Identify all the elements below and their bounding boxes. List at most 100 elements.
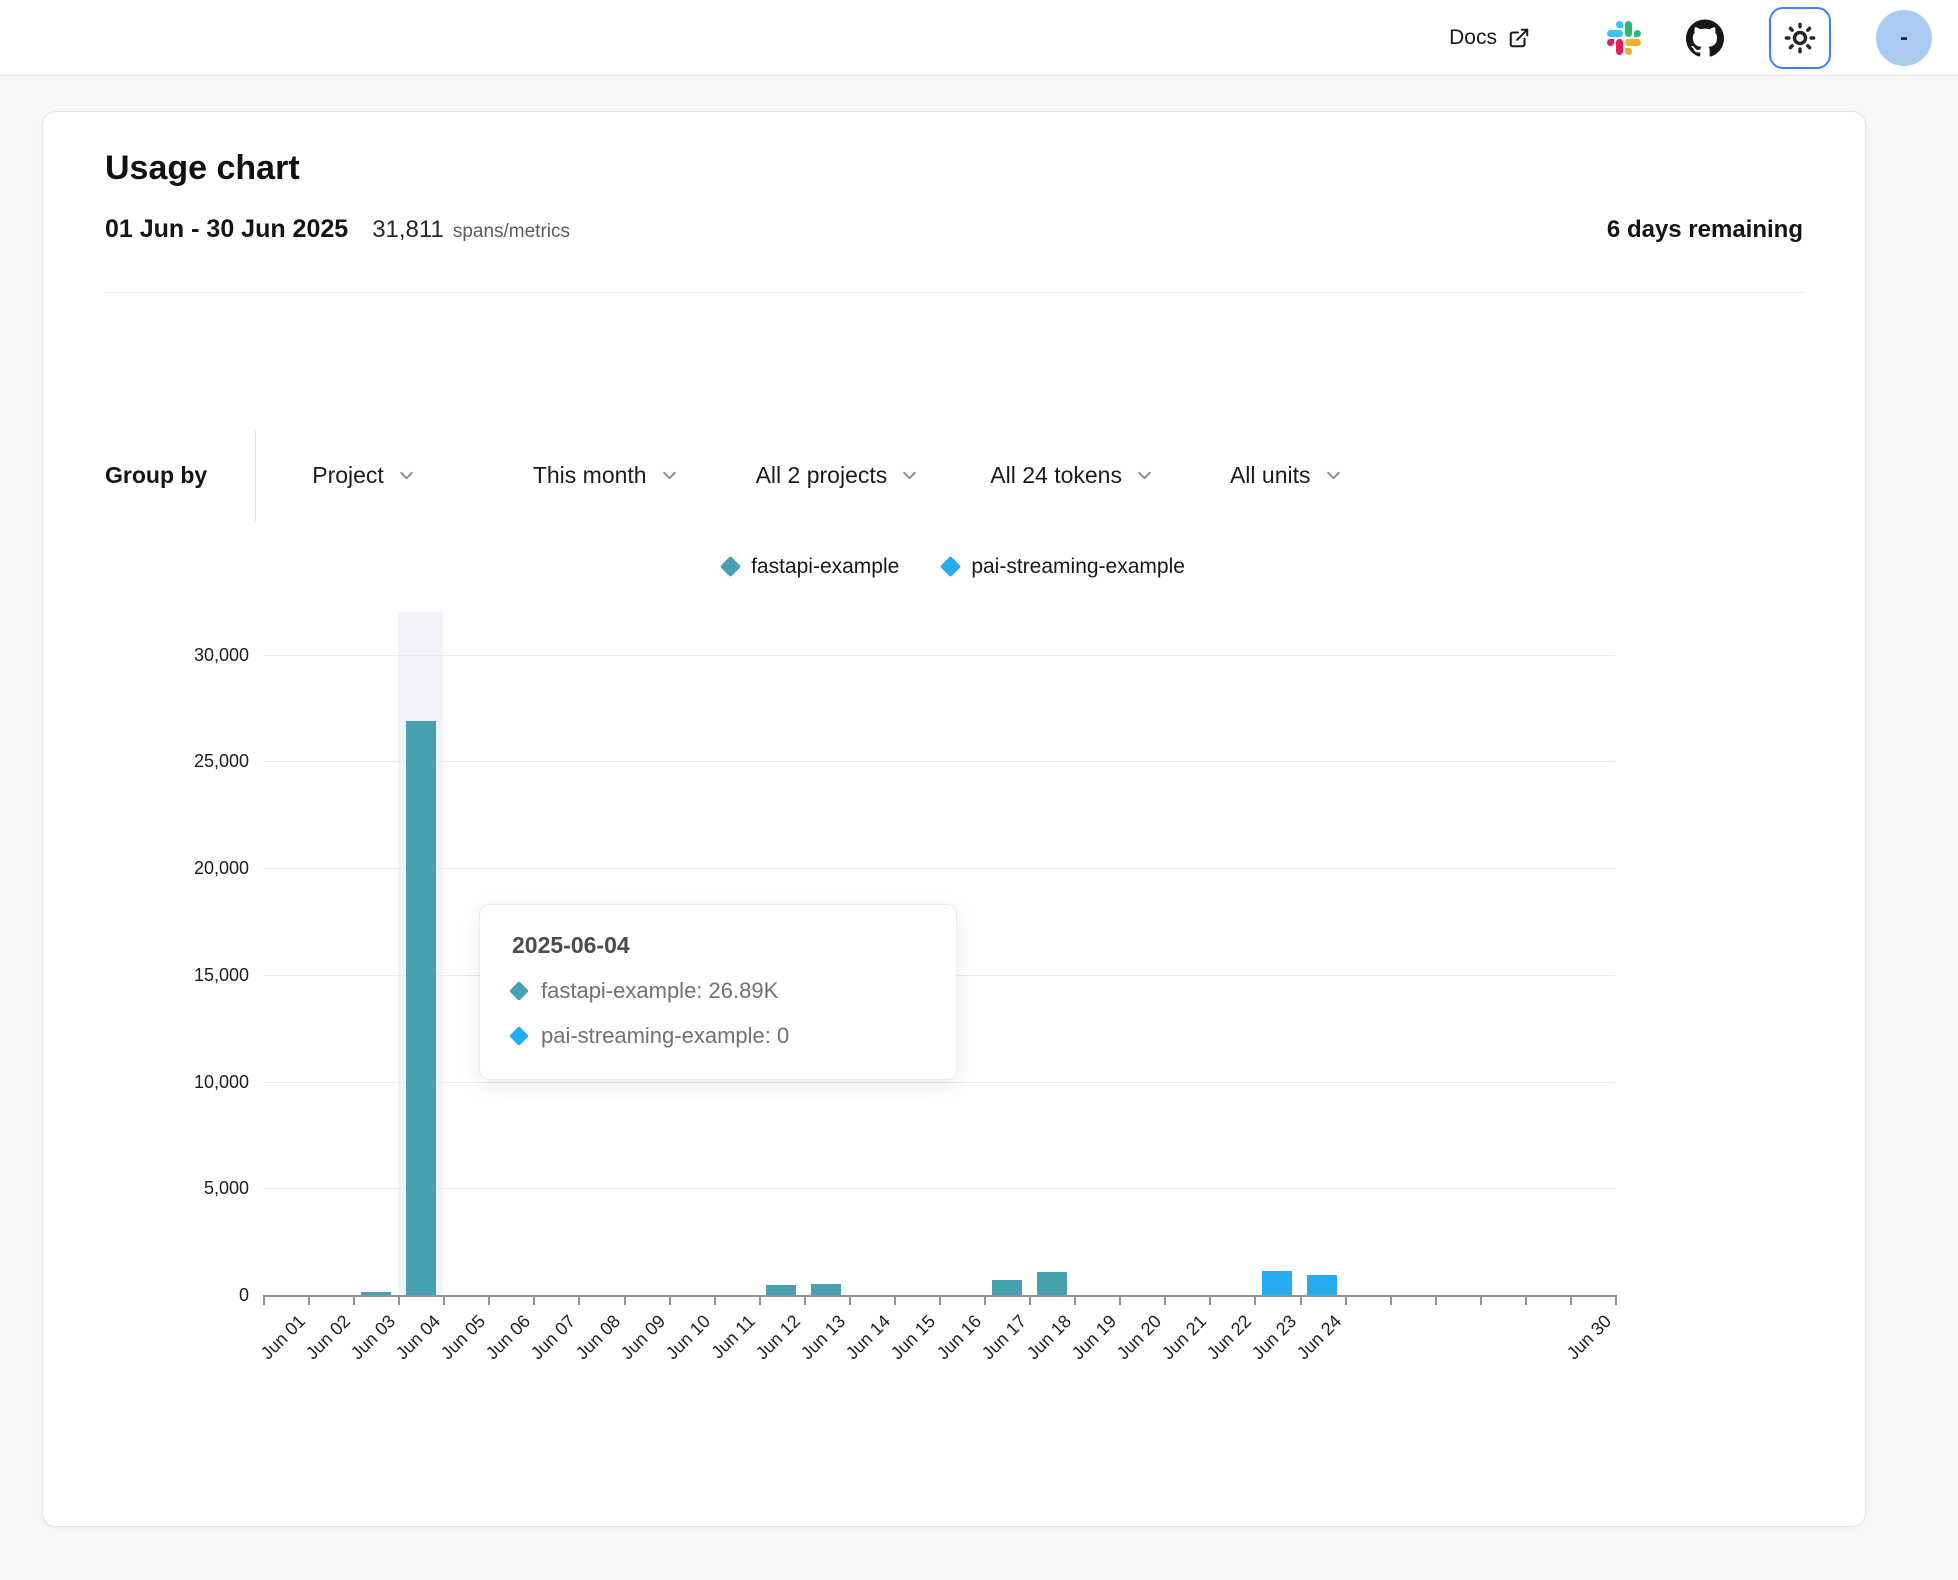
bar-fastapi-example-jun-17[interactable]: [992, 1280, 1022, 1295]
tooltip-diamond-icon: [509, 981, 529, 1001]
tooltip-item-fastapi-example: fastapi-example: 26.89K: [512, 978, 924, 1004]
top-bar: Docs: [0, 0, 1958, 76]
tooltip-item-text: fastapi-example: 26.89K: [541, 978, 778, 1004]
x-axis-tick: [1525, 1297, 1527, 1305]
filter-all-units[interactable]: All units: [1230, 462, 1342, 489]
x-axis-tick: [443, 1297, 445, 1305]
x-axis-tick: [398, 1297, 400, 1305]
x-axis-tick: [1209, 1297, 1211, 1305]
x-axis-label: Jun 01: [256, 1311, 308, 1363]
x-axis-tick: [1570, 1297, 1572, 1305]
x-axis-tick: [939, 1297, 941, 1305]
x-axis-label: Jun 22: [1203, 1311, 1255, 1363]
x-axis-label: Jun 06: [482, 1311, 534, 1363]
x-axis-tick: [1345, 1297, 1347, 1305]
x-axis-label: Jun 15: [887, 1311, 939, 1363]
usage-card: Usage chart 01 Jun - 30 Jun 2025 31,811 …: [42, 111, 1866, 1527]
bar-pai-streaming-example-jun-24[interactable]: [1307, 1275, 1337, 1295]
x-axis-tick: [669, 1297, 671, 1305]
chevron-down-icon: [661, 467, 678, 484]
tooltip-item-pai-streaming-example: pai-streaming-example: 0: [512, 1023, 924, 1049]
x-axis-label: Jun 30: [1563, 1311, 1615, 1363]
bar-fastapi-example-jun-13[interactable]: [811, 1284, 841, 1295]
x-axis-tick: [1300, 1297, 1302, 1305]
gridline: [263, 761, 1615, 762]
legend-item-fastapi-example[interactable]: fastapi-example: [723, 555, 899, 579]
docs-label: Docs: [1449, 26, 1497, 50]
gridline: [263, 1082, 1615, 1083]
filter-label: All 2 projects: [756, 462, 888, 489]
bar-fastapi-example-jun-04[interactable]: [406, 721, 436, 1295]
x-axis-label: Jun 05: [437, 1311, 489, 1363]
legend-label: pai-streaming-example: [971, 555, 1185, 579]
x-axis-tick: [759, 1297, 761, 1305]
filter-label: Project: [312, 462, 384, 489]
filter-label: All units: [1230, 462, 1311, 489]
x-axis-label: Jun 17: [977, 1311, 1029, 1363]
usage-bar-chart[interactable]: 05,00010,00015,00020,00025,00030,000Jun …: [43, 112, 1865, 1526]
legend-diamond-icon: [940, 556, 961, 577]
slack-icon[interactable]: [1607, 21, 1641, 55]
days-remaining: 6 days remaining: [1607, 216, 1803, 244]
gridline: [263, 655, 1615, 656]
github-icon[interactable]: [1686, 19, 1724, 57]
x-axis-label: Jun 07: [527, 1311, 579, 1363]
x-axis-tick: [1615, 1297, 1617, 1305]
x-axis-tick: [804, 1297, 806, 1305]
x-axis-label: Jun 16: [932, 1311, 984, 1363]
x-axis-line: [263, 1295, 1617, 1297]
x-axis-label: Jun 08: [572, 1311, 624, 1363]
filter-this-month[interactable]: This month: [533, 462, 678, 489]
x-axis-label: Jun 14: [842, 1311, 894, 1363]
external-link-icon: [1508, 27, 1530, 49]
chart-tooltip: 2025-06-04 fastapi-example: 26.89K pai-st…: [479, 904, 957, 1080]
x-axis-label: Jun 04: [392, 1311, 444, 1363]
chart-legend: fastapi-example pai-streaming-example: [105, 555, 1803, 579]
chevron-down-icon: [901, 467, 918, 484]
filter-all-2-projects[interactable]: All 2 projects: [756, 462, 919, 489]
y-axis-label: 15,000: [79, 964, 249, 986]
x-axis-label: Jun 12: [752, 1311, 804, 1363]
bar-fastapi-example-jun-03[interactable]: [361, 1292, 391, 1295]
chevron-down-icon: [1325, 467, 1342, 484]
x-axis-label: Jun 20: [1113, 1311, 1165, 1363]
theme-toggle-button[interactable]: [1769, 7, 1831, 69]
bar-fastapi-example-jun-12[interactable]: [766, 1285, 796, 1295]
gridline: [263, 868, 1615, 869]
x-axis-tick: [1164, 1297, 1166, 1305]
filter-project[interactable]: Project: [312, 462, 415, 489]
x-axis-label: Jun 24: [1293, 1311, 1345, 1363]
date-range: 01 Jun - 30 Jun 2025: [105, 215, 348, 244]
x-axis-label: Jun 23: [1248, 1311, 1300, 1363]
x-axis-tick: [849, 1297, 851, 1305]
x-axis-label: Jun 10: [662, 1311, 714, 1363]
group-by-label: Group by: [105, 462, 207, 489]
avatar[interactable]: -: [1876, 10, 1932, 66]
docs-link[interactable]: Docs: [1449, 26, 1530, 50]
filter-all-24-tokens[interactable]: All 24 tokens: [990, 462, 1153, 489]
x-axis-tick: [1029, 1297, 1031, 1305]
tooltip-date: 2025-06-04: [512, 932, 924, 959]
legend-item-pai-streaming-example[interactable]: pai-streaming-example: [943, 555, 1185, 579]
x-axis-tick: [1480, 1297, 1482, 1305]
x-axis-label: Jun 03: [346, 1311, 398, 1363]
bar-pai-streaming-example-jun-23[interactable]: [1262, 1271, 1292, 1295]
y-axis-label: 0: [79, 1284, 249, 1306]
x-axis-label: Jun 18: [1022, 1311, 1074, 1363]
bar-fastapi-example-jun-18[interactable]: [1037, 1272, 1067, 1295]
filter-label: All 24 tokens: [990, 462, 1122, 489]
usage-unit: spans/metrics: [453, 221, 570, 243]
chevron-down-icon: [398, 467, 415, 484]
x-axis-tick: [488, 1297, 490, 1305]
y-axis-label: 5,000: [79, 1177, 249, 1199]
x-axis-label: Jun 09: [617, 1311, 669, 1363]
sun-icon: [1784, 22, 1816, 54]
x-axis-label: Jun 02: [301, 1311, 353, 1363]
gridline: [263, 1188, 1615, 1189]
usage-meta-row: 01 Jun - 30 Jun 2025 31,811 spans/metric…: [105, 215, 1803, 244]
x-axis-label: Jun 13: [797, 1311, 849, 1363]
x-axis-label: Jun 19: [1068, 1311, 1120, 1363]
usage-count: 31,811: [372, 216, 444, 244]
filter-row: Group by Project This month All 2 projects…: [105, 431, 1803, 521]
x-axis-tick: [714, 1297, 716, 1305]
